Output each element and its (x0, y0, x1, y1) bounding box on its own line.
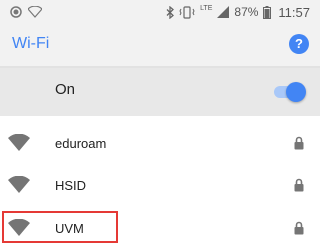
wifi-signal-icon (8, 134, 30, 151)
network-item-eduroam[interactable]: eduroam (0, 126, 320, 164)
status-bar-left (10, 4, 42, 20)
network-ssid: HSID (55, 178, 87, 193)
signal-icon (217, 6, 230, 18)
bluetooth-icon (166, 5, 175, 19)
status-bar-right: LTE 87% 11:57 (166, 4, 310, 20)
network-type-label: LTE (200, 4, 213, 12)
network-item-hsid[interactable]: HSID (0, 168, 320, 206)
app-bar: Wi-Fi ? (0, 24, 320, 66)
toggle-thumb (286, 82, 306, 102)
vibrate-icon (179, 5, 195, 19)
lock-icon (294, 221, 304, 235)
clock: 11:57 (278, 4, 310, 20)
lock-icon (294, 178, 304, 192)
wifi-master-switch-row[interactable]: On (0, 68, 320, 116)
status-bar: LTE 87% 11:57 (0, 0, 320, 24)
wifi-status-icon (28, 6, 42, 18)
wifi-toggle[interactable] (274, 82, 306, 102)
record-icon (10, 6, 22, 18)
network-item-uvm[interactable]: UVM (0, 211, 320, 249)
battery-icon (263, 5, 272, 19)
page-title: Wi-Fi (12, 35, 50, 52)
wifi-master-label: On (55, 81, 76, 98)
lock-icon (294, 136, 304, 150)
wifi-signal-icon (8, 219, 30, 236)
wifi-signal-icon (8, 176, 30, 193)
network-ssid: eduroam (55, 136, 107, 151)
battery-percent: 87% (234, 5, 259, 19)
help-button[interactable]: ? (289, 34, 309, 54)
network-ssid: UVM (55, 221, 84, 236)
